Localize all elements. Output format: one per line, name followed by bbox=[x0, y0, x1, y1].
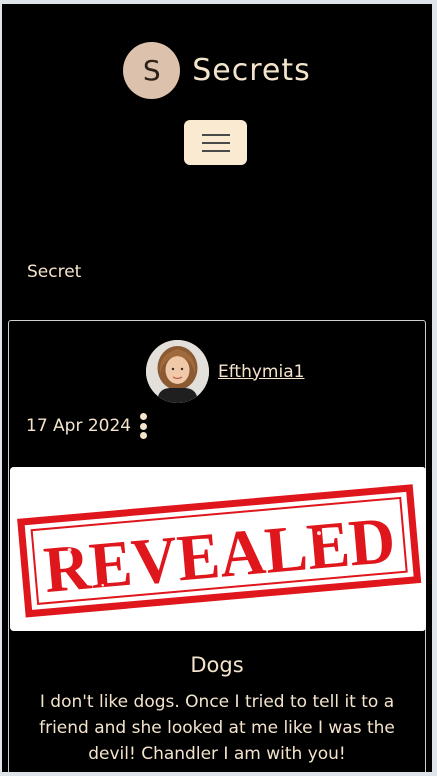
menu-toggle-button[interactable] bbox=[184, 120, 247, 165]
logo-badge: S bbox=[123, 42, 181, 99]
hamburger-icon bbox=[201, 149, 230, 152]
secret-title: Dogs bbox=[190, 653, 244, 677]
kebab-vertical-icon[interactable] bbox=[138, 413, 148, 439]
author-row: Efthymia1 bbox=[146, 340, 304, 403]
avatar[interactable] bbox=[146, 340, 209, 403]
secret-card: Efthymia1 17 Apr 2024 REVEALED Dogs I do… bbox=[8, 320, 426, 772]
revealed-stamp-image: REVEALED bbox=[10, 467, 426, 631]
secret-image: REVEALED bbox=[10, 467, 426, 631]
secret-body: I don't like dogs. Once I tried to tell … bbox=[39, 692, 395, 764]
brand-link[interactable]: S Secrets bbox=[2, 42, 432, 99]
hamburger-icon bbox=[201, 141, 230, 144]
author-link[interactable]: Efthymia1 bbox=[218, 362, 304, 382]
post-date: 17 Apr 2024 bbox=[26, 416, 132, 436]
avatar-photo bbox=[146, 340, 209, 403]
brand-name: Secrets bbox=[192, 53, 311, 88]
page-title: Secret bbox=[27, 262, 82, 282]
post-meta: 17 Apr 2024 bbox=[26, 413, 148, 439]
app-viewport: S Secrets Secret Efthymia1 17 Apr 2024 R… bbox=[2, 4, 432, 772]
hamburger-icon bbox=[201, 133, 230, 136]
